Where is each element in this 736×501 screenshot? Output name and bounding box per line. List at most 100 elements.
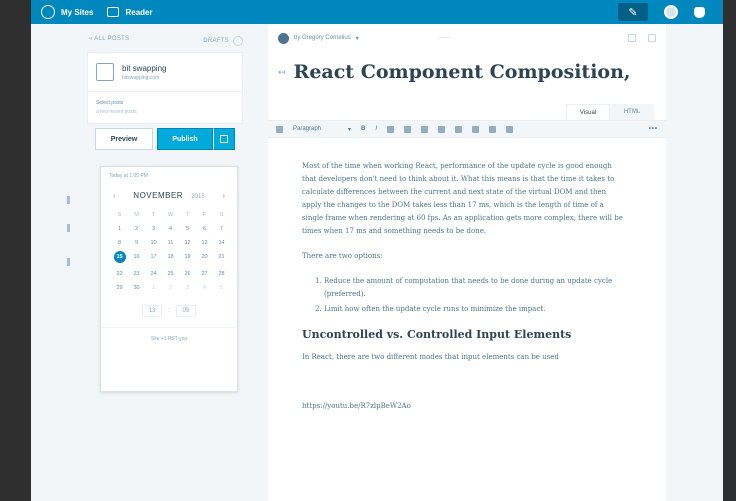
embed-link[interactable]: https://youtu.be/R7zlpBeW2Ao [302,400,624,413]
calendar-day[interactable]: 3 [145,226,162,232]
calendar-day[interactable]: 14 [213,240,230,246]
align-center-icon[interactable] [472,125,480,133]
paragraph: There are two options: [302,252,383,260]
notifications-icon[interactable] [694,6,705,18]
calendar-day[interactable]: 5 [179,226,196,232]
time-separator: : [168,308,170,314]
align-right-icon[interactable] [489,125,497,133]
calendar-day[interactable]: 22 [111,271,128,277]
schedule-button[interactable] [213,128,235,150]
calendar-day[interactable]: 7 [213,226,230,232]
calendar-day[interactable]: 23 [128,271,145,277]
calendar-day[interactable]: 15 [113,251,126,263]
site-name: bit swapping [122,63,167,73]
calendar-day[interactable]: 29 [111,285,128,291]
numbered-list: Reduce the amount of computation that ne… [324,275,624,316]
post-title-input[interactable]: React Component Composition, t [294,61,634,83]
reader-icon [107,7,120,17]
calendar-day[interactable]: 11 [162,240,179,246]
paragraph: In React, there are two different modes … [302,353,559,361]
prev-month-icon[interactable]: ‹ [113,191,116,200]
minute-input[interactable]: 05 [175,305,196,317]
calendar-day[interactable]: 27 [196,271,213,277]
quote-icon[interactable] [438,125,446,133]
calendar-day[interactable]: 1 [145,285,162,291]
post-select-card[interactable]: Select posts a few recent posts [87,92,243,124]
list-item: Limit how often the update cycle runs to… [324,303,624,316]
post-content[interactable]: Most of the time when working React, per… [302,160,624,425]
calendar-day[interactable]: 3 [179,285,196,291]
calendar-day[interactable]: 21 [213,254,230,263]
drafts-link[interactable]: DRAFTS [203,36,243,46]
calendar-day[interactable]: 12 [179,240,196,246]
calendar-day[interactable]: 16 [128,254,145,263]
bold-icon[interactable]: B [361,126,365,132]
reader-link[interactable]: Reader [107,7,153,17]
italic-icon[interactable]: I [375,126,377,132]
calendar-icon [220,135,228,143]
calendar-day[interactable]: 5 [213,285,230,291]
calendar-day[interactable]: 6 [196,226,213,232]
site-url: bitswapping.com [122,74,160,81]
calendar-day[interactable]: 13 [196,240,213,246]
all-posts-link[interactable]: « ALL POSTS [89,36,129,46]
ellipsis-icon[interactable]: ••• [649,126,658,132]
align-left-icon[interactable] [455,125,463,133]
calendar-day[interactable]: 2 [162,285,179,291]
chevron-down-icon: ▾ [355,35,359,42]
calendar-day[interactable]: 1 [111,226,128,232]
list-item: Reduce the amount of computation that ne… [324,275,624,301]
calendar-day[interactable]: 19 [179,254,196,263]
trash-icon[interactable] [648,34,656,42]
calendar-day[interactable]: 9 [128,240,145,246]
calendar-day[interactable]: 30 [128,285,145,291]
my-sites-label: My Sites [61,7,94,17]
calendar-day[interactable]: 18 [162,254,179,263]
calendar-day[interactable]: 25 [162,271,179,277]
chevron-down-icon: ▾ [347,126,351,133]
hour-input[interactable]: 13 [142,305,163,317]
reader-label: Reader [125,7,153,17]
tab-visual[interactable]: Visual [566,104,610,120]
calendar-day[interactable]: 4 [162,226,179,232]
bullet-list-icon[interactable] [387,125,395,133]
calendar-day[interactable]: 10 [145,240,162,246]
masterbar: My Sites Reader ✎ [31,0,723,24]
calendar-day[interactable]: 8 [111,240,128,246]
calendar-day[interactable]: 20 [196,254,213,263]
calendar-day[interactable]: 24 [145,271,162,277]
next-month-icon[interactable]: › [222,191,225,200]
preview-button[interactable]: Preview [95,128,153,150]
add-media-icon[interactable] [276,125,283,133]
weekday-label: F [202,212,207,218]
site-card[interactable]: bit swapping bitswapping.com [87,52,243,92]
calendar-day[interactable]: 17 [145,254,162,263]
drafts-count-icon [233,36,243,46]
publish-button[interactable]: Publish [157,128,213,150]
save-status: —— [438,35,451,41]
sidebar-ghost-mark [67,224,70,232]
write-button[interactable]: ✎ [618,3,648,21]
numbered-list-icon[interactable] [404,125,412,133]
calendar-day[interactable]: 4 [196,285,213,291]
calendar-day[interactable]: 26 [179,271,196,277]
calendar-grid: S M T W T F S 1 2 3 4 5 6 7 8 9 10 11 12 13 14 15 16 17 18 19 20 21… [101,206,237,291]
link-icon[interactable] [421,125,429,133]
format-select[interactable]: Paragraph ▾ [293,126,351,133]
weekday-label: S [117,212,122,218]
author-selector[interactable]: by Gregory Cornelius ▾ [278,32,359,44]
author-label: by Gregory Cornelius [294,35,351,41]
app-frame: My Sites Reader ✎ « ALL POSTS DRAFTS bit… [31,0,723,501]
select-line1: Select posts [96,100,124,106]
more-toolbar-icon[interactable] [506,125,514,133]
tab-html[interactable]: HTML [610,104,654,120]
my-sites-link[interactable]: My Sites [41,5,93,19]
editor-sidebar: « ALL POSTS DRAFTS bit swapping bitswapp… [87,28,243,150]
avatar[interactable] [664,5,678,19]
editor-toolbar: Paragraph ▾ B I ••• [268,120,666,138]
chevron-left-icon[interactable]: ↤ [278,67,286,78]
timezone-label: Site +1 PST-you [101,327,237,342]
history-icon[interactable] [628,34,636,42]
calendar-day[interactable]: 2 [128,226,145,232]
calendar-day[interactable]: 28 [213,271,230,277]
